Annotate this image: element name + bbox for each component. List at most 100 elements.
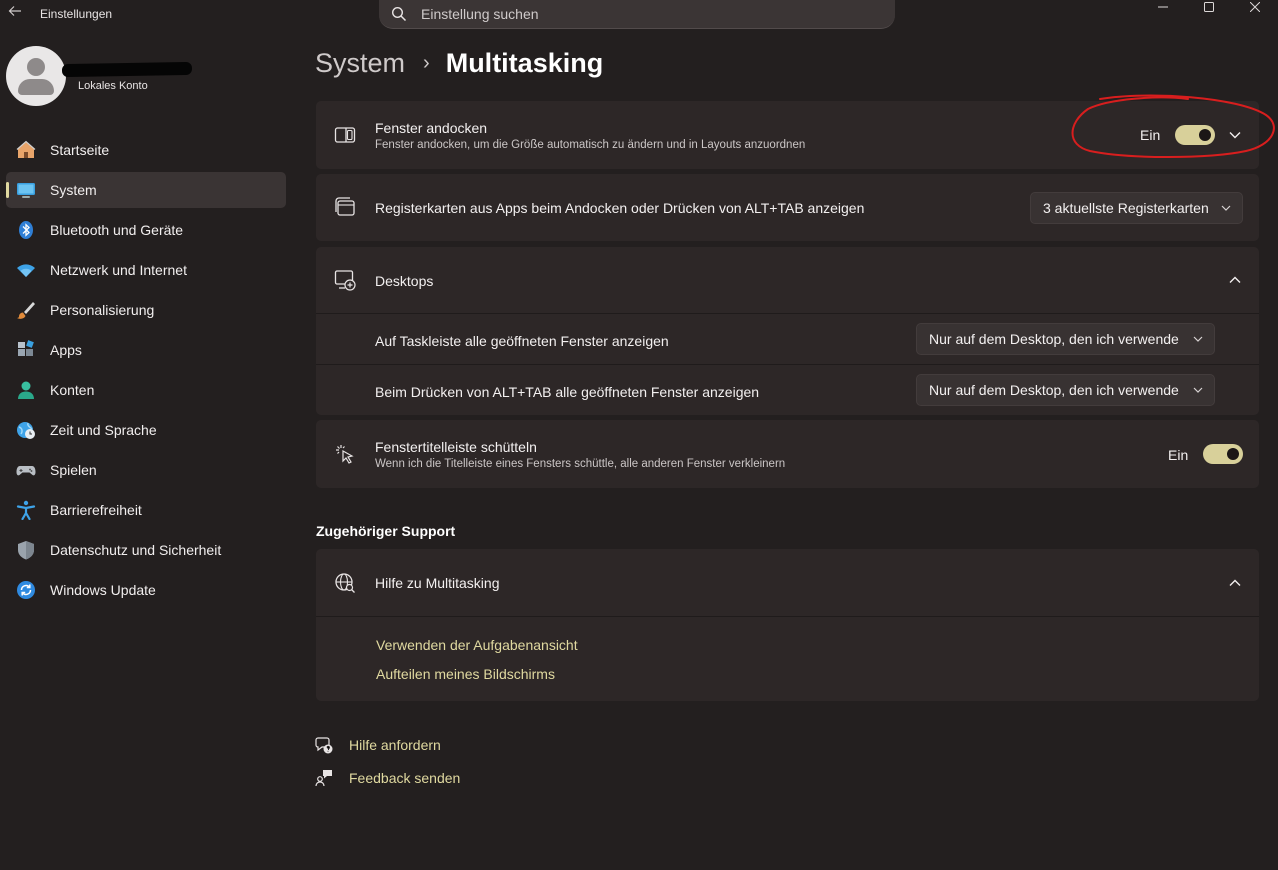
- divider: [316, 616, 1259, 617]
- sidebar-item-konten[interactable]: Konten: [6, 372, 286, 408]
- send-feedback-link[interactable]: Feedback senden: [349, 770, 460, 786]
- help-multitasking-header[interactable]: Hilfe zu Multitasking: [316, 549, 1259, 616]
- tabs-window-icon: [335, 197, 355, 216]
- sidebar-item-netzwerk[interactable]: Netzwerk und Internet: [6, 252, 286, 288]
- bluetooth-icon: [19, 221, 33, 239]
- taskbar-windows-dropdown[interactable]: Nur auf dem Desktop, den ich verwende: [916, 323, 1215, 355]
- alt-tab-windows-label: Beim Drücken von ALT+TAB alle geöffneten…: [375, 384, 760, 400]
- snap-toggle[interactable]: [1175, 125, 1215, 145]
- sidebar-item-datenschutz[interactable]: Datenschutz und Sicherheit: [6, 532, 286, 568]
- shake-toggle-label: Ein: [1168, 447, 1189, 463]
- shake-toggle[interactable]: [1203, 444, 1243, 464]
- redacted-username: [61, 61, 193, 78]
- sidebar-item-label: Zeit und Sprache: [50, 422, 157, 438]
- close-button[interactable]: [1232, 0, 1278, 14]
- accessibility-icon: [16, 500, 36, 520]
- breadcrumb-parent[interactable]: System: [315, 48, 405, 79]
- maximize-button[interactable]: [1186, 0, 1232, 14]
- breadcrumb: System › Multitasking: [315, 48, 603, 79]
- update-icon: [17, 581, 35, 599]
- minimize-icon: [1158, 6, 1168, 8]
- sidebar-item-bluetooth[interactable]: Bluetooth und Geräte: [6, 212, 286, 248]
- breadcrumb-separator: ›: [423, 52, 430, 74]
- back-arrow-icon: [8, 6, 21, 16]
- dropdown-value: Nur auf dem Desktop, den ich verwende: [929, 331, 1179, 347]
- dropdown-value: Nur auf dem Desktop, den ich verwende: [929, 382, 1179, 398]
- window-controls: [1140, 0, 1278, 14]
- desktop-add-icon: [334, 270, 356, 291]
- divider: [316, 313, 1259, 314]
- gamepad-icon: [16, 466, 36, 476]
- account-type: Lokales Konto: [78, 80, 148, 92]
- desktops-title: Desktops: [375, 273, 434, 289]
- search-box[interactable]: Einstellung suchen: [379, 0, 895, 29]
- snap-layout-icon: [334, 127, 356, 143]
- sidebar-item-label: Konten: [50, 382, 95, 398]
- shake-description: Wenn ich die Titelleiste eines Fensters …: [375, 458, 786, 470]
- shield-icon: [18, 541, 34, 560]
- shake-title-bar-card[interactable]: Fenstertitelleiste schütteln Wenn ich di…: [316, 420, 1259, 488]
- help-multitasking-title: Hilfe zu Multitasking: [375, 575, 500, 591]
- alt-tab-windows-dropdown[interactable]: Nur auf dem Desktop, den ich verwende: [916, 374, 1215, 406]
- sidebar-item-barrierefreiheit[interactable]: Barrierefreiheit: [6, 492, 286, 528]
- snap-windows-title: Fenster andocken: [375, 120, 488, 136]
- sidebar-item-label: System: [50, 182, 97, 198]
- desktops-card: Desktops Auf Taskleiste alle geöffneten …: [316, 247, 1259, 415]
- apps-icon: [18, 340, 34, 356]
- sidebar-item-zeit-sprache[interactable]: Zeit und Sprache: [6, 412, 286, 448]
- avatar-head: [27, 58, 45, 76]
- avatar-body: [18, 79, 54, 95]
- avatar[interactable]: [6, 46, 66, 106]
- system-monitor-icon: [17, 183, 35, 198]
- sidebar-item-label: Startseite: [50, 142, 110, 158]
- sidebar-item-label: Apps: [50, 342, 82, 358]
- cursor-shake-icon: [336, 445, 354, 464]
- sidebar-item-system[interactable]: System: [6, 172, 286, 208]
- help-chat-icon: [315, 737, 333, 754]
- desktops-header[interactable]: Desktops: [316, 247, 1259, 313]
- account-icon: [18, 381, 34, 399]
- link-split-screen[interactable]: Aufteilen meines Bildschirms: [376, 666, 555, 682]
- sidebar-item-personalisierung[interactable]: Personalisierung: [6, 292, 286, 328]
- search-input[interactable]: Einstellung suchen: [421, 6, 539, 22]
- chevron-down-icon: [1193, 336, 1203, 342]
- shake-title: Fenstertitelleiste schütteln: [375, 439, 537, 455]
- alt-tab-tabs-card: Registerkarten aus Apps beim Andocken od…: [316, 174, 1259, 241]
- snap-windows-description: Fenster andocken, um die Größe automatis…: [375, 139, 806, 151]
- brush-icon: [17, 302, 35, 319]
- chevron-up-icon[interactable]: [1227, 272, 1243, 288]
- globe-search-icon: [335, 573, 355, 593]
- chevron-up-icon[interactable]: [1227, 575, 1243, 591]
- dropdown-value: 3 aktuellste Registerkarten: [1043, 200, 1209, 216]
- alt-tab-tabs-dropdown[interactable]: 3 aktuellste Registerkarten: [1030, 192, 1243, 224]
- get-help-link[interactable]: Hilfe anfordern: [349, 737, 441, 753]
- feedback-icon: [315, 770, 332, 787]
- sidebar-item-label: Barrierefreiheit: [50, 502, 142, 518]
- sidebar-item-label: Netzwerk und Internet: [50, 262, 187, 278]
- chevron-down-icon: [1221, 205, 1231, 211]
- snap-windows-card[interactable]: Fenster andocken Fenster andocken, um di…: [316, 101, 1259, 169]
- chevron-down-icon[interactable]: [1227, 127, 1243, 143]
- sidebar-item-windows-update[interactable]: Windows Update: [6, 572, 286, 608]
- globe-clock-icon: [17, 422, 35, 439]
- minimize-button[interactable]: [1140, 0, 1186, 14]
- sidebar-item-apps[interactable]: Apps: [6, 332, 286, 368]
- divider: [316, 364, 1259, 365]
- sidebar-item-label: Personalisierung: [50, 302, 155, 318]
- toggle-knob: [1227, 448, 1239, 460]
- sidebar-item-spielen[interactable]: Spielen: [6, 452, 286, 488]
- alt-tab-tabs-title: Registerkarten aus Apps beim Andocken od…: [375, 200, 865, 216]
- snap-toggle-label: Ein: [1140, 127, 1161, 143]
- sidebar-item-startseite[interactable]: Startseite: [6, 132, 286, 168]
- back-button[interactable]: [6, 4, 24, 22]
- search-icon: [391, 6, 407, 22]
- maximize-icon: [1204, 2, 1214, 12]
- link-task-view[interactable]: Verwenden der Aufgabenansicht: [376, 637, 578, 653]
- sidebar-item-label: Bluetooth und Geräte: [50, 222, 184, 238]
- close-icon: [1250, 2, 1260, 12]
- sidebar-item-label: Windows Update: [50, 582, 156, 598]
- sidebar-nav: Startseite System Bluetooth und Geräte N…: [6, 132, 286, 612]
- toggle-knob: [1199, 129, 1211, 141]
- chevron-down-icon: [1193, 387, 1203, 393]
- wifi-icon: [17, 264, 35, 277]
